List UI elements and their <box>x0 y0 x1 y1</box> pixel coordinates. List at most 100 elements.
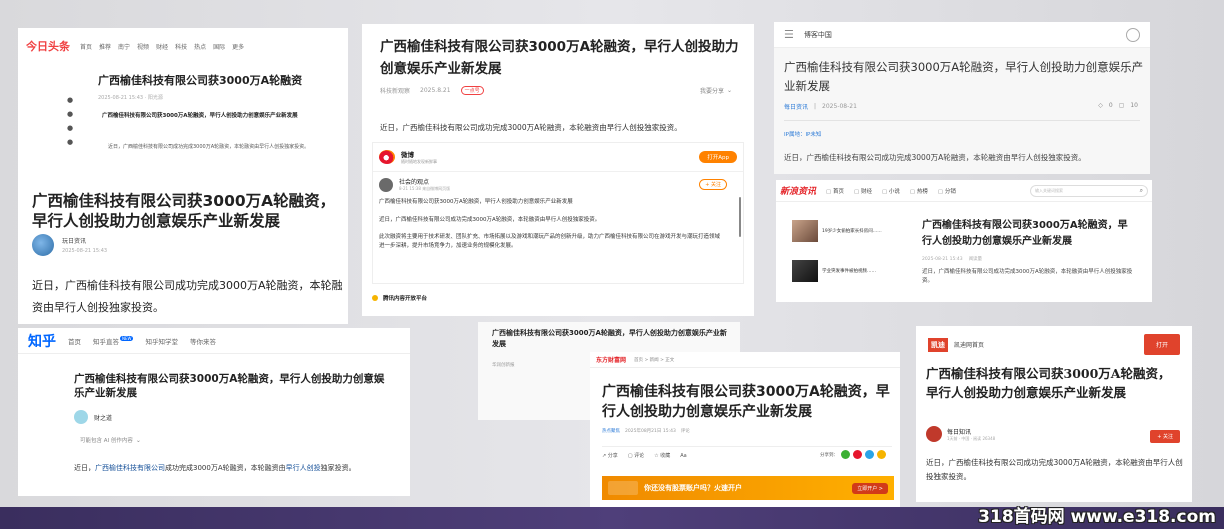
like-icon[interactable]: ◇ <box>1098 102 1103 109</box>
sina-nav-label: 财经 <box>860 188 872 195</box>
kaidi-author[interactable]: 每日知讯 <box>947 427 995 436</box>
toutiao-author-date: 2025-08-21 15:43 <box>62 248 108 254</box>
tech-observer-card: 广西榆佳科技有限公司获3000万A轮融资，早行人创投助力创意娱乐产业新发展 科技… <box>362 24 754 316</box>
avatar[interactable] <box>32 234 54 256</box>
comment-icon[interactable]: ▢ <box>1119 102 1125 109</box>
follow-button[interactable]: + 关注 <box>1150 430 1180 443</box>
toutiao-nav-item[interactable]: 首页 <box>80 42 92 51</box>
bulb-icon <box>372 295 378 301</box>
zhihu-author[interactable]: 财之道 <box>94 413 112 422</box>
share-icon[interactable]: ● <box>64 135 76 149</box>
toutiao-nav-item[interactable]: 推荐 <box>99 42 111 51</box>
middle-title: 广西榆佳科技有限公司获3000万A轮融资，早行人创投助力创意娱乐产业新发展 <box>492 329 727 348</box>
avatar[interactable] <box>74 410 88 424</box>
chevron-down-icon[interactable]: ⌄ <box>136 437 141 444</box>
toutiao-nav-item[interactable]: 南宁 <box>118 42 130 51</box>
zhihu-nav-xuetang[interactable]: 知乎知学堂 <box>145 336 178 346</box>
menu-icon[interactable]: ☰ <box>784 28 794 41</box>
zhihu-logo[interactable]: 知乎 <box>28 331 56 351</box>
company-link[interactable]: 广西榆佳科技有限公司 <box>95 464 165 472</box>
comment-count: 10 <box>1130 102 1138 109</box>
sina-nav-item[interactable]: ▢ 分销 <box>938 187 956 195</box>
bokee-source[interactable]: 每日资讯 <box>784 102 808 111</box>
eastmoney-logo[interactable]: 东方财富网 <box>596 355 626 364</box>
zhihu-nav-home[interactable]: 首页 <box>68 336 81 346</box>
collect-icon[interactable]: ● <box>64 121 76 135</box>
user-icon[interactable] <box>1126 27 1140 42</box>
investor-link[interactable]: 早行人创投 <box>286 464 321 472</box>
sina-nav-label: 首页 <box>832 188 844 195</box>
eastmoney-source[interactable]: 热点聚焦 <box>602 428 620 434</box>
toutiao-nav-item[interactable]: 更多 <box>232 42 244 51</box>
side-item[interactable]: 19岁少女偷拍家长抖房间…… <box>792 220 892 242</box>
article-intro: 近日，广西榆佳科技有限公司成功完成3000万A轮融资，本轮融资由早行人创投独家投… <box>380 123 682 132</box>
qq-icon[interactable] <box>865 450 874 459</box>
collect-button[interactable]: ☆ 收藏 <box>654 452 670 459</box>
comment-button[interactable]: ▢ 评论 <box>628 452 644 459</box>
banner-text: 你还没有股票账户吗？火速开户 <box>644 484 742 492</box>
qzone-icon[interactable] <box>877 450 886 459</box>
sina-nav-item[interactable]: ▢ 小说 <box>882 187 900 195</box>
toutiao-nav-item[interactable]: 财经 <box>156 42 168 51</box>
open-account-button[interactable]: 立即开户 > <box>852 482 888 494</box>
bokee-intro: 近日，广西榆佳科技有限公司成功完成3000万A轮融资，本轮融资由早行人创投独家投… <box>784 153 1086 162</box>
weibo-user[interactable]: 社会的观点 <box>399 177 450 186</box>
watermark: 318首码网 www.e318.com <box>978 507 1216 527</box>
weibo-post-title: 广西榆佳科技有限公司获3000万A轮融资，早行人创投助力创意娱乐产业新发展 <box>379 199 573 205</box>
home-icon: ▢ <box>826 188 833 195</box>
weibo-icon[interactable] <box>853 450 862 459</box>
avatar[interactable] <box>379 177 393 192</box>
sina-nav-item[interactable]: ▢ 热榜 <box>910 187 928 195</box>
toutiao-nav-item[interactable]: 视频 <box>137 42 149 51</box>
zhihu-card: 知乎 首页 知乎直答 NEW 知乎知学堂 等你来答 广西榆佳科技有限公司获3000… <box>18 328 410 496</box>
toutiao-nav-item[interactable]: 热点 <box>194 42 206 51</box>
bokee-title: 广西榆佳科技有限公司获3000万A轮融资，早行人创投助力创意娱乐产业新发展 <box>784 60 1144 93</box>
zhihu-ai-note: 可能包含 AI 创作内容 <box>80 438 133 444</box>
side-item-text: 19岁少女偷拍家长抖房间…… <box>822 229 882 234</box>
sina-title: 广西榆佳科技有限公司获3000万A轮融资，早行人创投助力创意娱乐产业新发展 <box>922 220 1128 247</box>
share-button[interactable]: ↗ 分享 <box>602 452 618 459</box>
eastmoney-banner-logo <box>608 481 638 495</box>
toutiao-nav-item[interactable]: 科技 <box>175 42 187 51</box>
toutiao-author[interactable]: 玩日资讯 <box>62 236 107 245</box>
sina-card: 新浪资讯 ▢ 首页 ▢ 财经 ▢ 小说 ▢ 热榜 ▢ 分销 输入关键词搜索 ⌕ 19岁少… <box>776 180 1152 302</box>
open-button[interactable]: 打开 <box>1143 334 1180 355</box>
zhihu-title: 广西榆佳科技有限公司获3000万A轮融资，早行人创投助力创意娱乐产业新发展 <box>74 373 385 399</box>
font-size-button[interactable]: Aa <box>680 453 686 459</box>
sina-nav-item[interactable]: ▢ 财经 <box>854 187 872 195</box>
side-item[interactable]: 学业突发事件被拍视频…… <box>792 260 892 282</box>
eastmoney-comment[interactable]: 评论 <box>681 428 690 434</box>
kaidi-site[interactable]: 凯迪网首页 <box>954 340 984 349</box>
weibo-logo-icon <box>379 150 395 164</box>
search-input[interactable]: 输入关键词搜索 ⌕ <box>1030 184 1148 197</box>
zhihu-nav-answer[interactable]: 等你来答 <box>190 336 216 346</box>
open-app-button[interactable]: 打开App <box>699 151 737 163</box>
share-link[interactable]: 我要分享 <box>700 86 724 95</box>
like-icon[interactable]: ● <box>64 93 76 107</box>
share-icon: ▢ <box>937 188 945 195</box>
sina-nav-item[interactable]: ▢ 首页 <box>826 187 844 195</box>
search-placeholder: 输入关键词搜索 <box>1035 187 1063 193</box>
toutiao-logo[interactable]: 今日头条 <box>26 38 70 54</box>
zhihu-nav-zhida[interactable]: 知乎直答 NEW <box>93 335 134 346</box>
kaidi-logo[interactable]: 凯迪 <box>928 337 948 352</box>
hot-icon: ▢ <box>909 188 917 195</box>
open-account-banner[interactable]: 你还没有股票账户吗？火速开户 立即开户 > <box>602 476 894 500</box>
source-tag: 一点号 <box>460 86 484 95</box>
sina-logo[interactable]: 新浪资讯 <box>780 184 816 197</box>
bokee-site[interactable]: 博客中国 <box>804 30 832 40</box>
follow-button[interactable]: + 关注 <box>699 179 727 190</box>
sina-reads: 阅读量 <box>968 257 983 262</box>
kaidi-card: 凯迪 凯迪网首页 打开 广西榆佳科技有限公司获3000万A轮融资，早行人创投助力… <box>916 326 1192 502</box>
avatar[interactable] <box>926 426 942 442</box>
comment-icon[interactable]: ● <box>64 107 76 121</box>
scrollbar[interactable] <box>739 197 741 237</box>
chevron-down-icon[interactable]: ⌄ <box>727 87 732 94</box>
search-icon[interactable]: ⌕ <box>1140 187 1143 195</box>
article-source[interactable]: 科技新观察 <box>380 86 410 95</box>
wechat-icon[interactable] <box>841 450 850 459</box>
new-badge: NEW <box>120 335 134 341</box>
bokee-card: ☰ 博客中国 广西榆佳科技有限公司获3000万A轮融资，早行人创投助力创意娱乐产… <box>774 22 1150 174</box>
toutiao-nav-item[interactable]: 国际 <box>213 42 225 51</box>
eastmoney-card: 东方财富网 首页 > 新闻 > 正文 广西榆佳科技有限公司获3000万A轮融资，… <box>590 352 900 508</box>
